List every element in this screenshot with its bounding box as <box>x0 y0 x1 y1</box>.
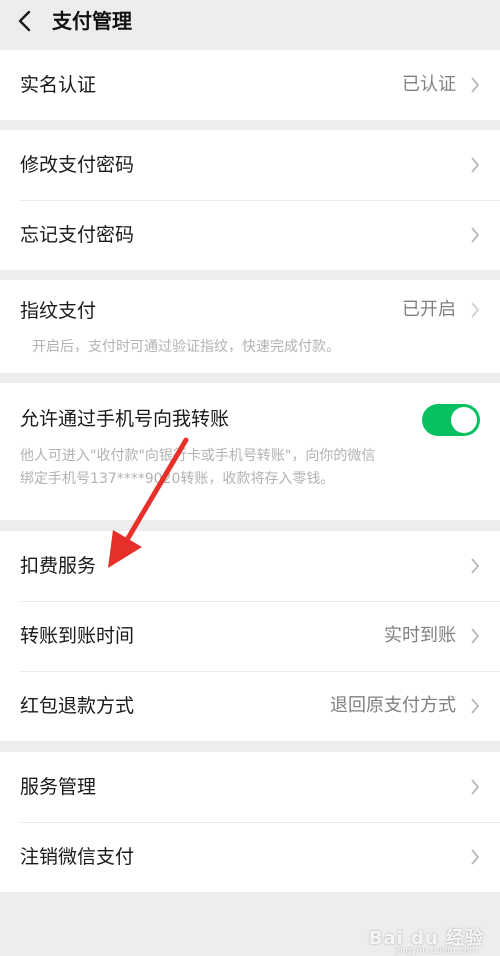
chevron-right-icon <box>471 849 480 865</box>
change-password-label: 修改支付密码 <box>20 154 135 176</box>
arrival-time-value: 实时到账 <box>384 625 456 646</box>
chevron-right-icon <box>471 227 480 243</box>
chevron-right-icon <box>471 558 480 574</box>
redpacket-refund-value: 退回原支付方式 <box>330 695 456 716</box>
fingerprint-status: 已开启 <box>402 299 456 320</box>
nav-bar: 支付管理 <box>0 0 500 46</box>
row-deduction-service[interactable]: 扣费服务 <box>0 531 500 601</box>
chevron-right-icon <box>471 302 480 318</box>
baidu-watermark-url: jingyan.baidu.com <box>394 946 478 956</box>
cancel-wechat-pay-label: 注销微信支付 <box>20 846 135 868</box>
redpacket-refund-label: 红包退款方式 <box>20 695 135 717</box>
group-manage: 服务管理 注销微信支付 <box>0 752 500 892</box>
fingerprint-label: 指纹支付 <box>20 300 97 322</box>
row-realname[interactable]: 实名认证 已认证 <box>0 50 500 120</box>
toggle-knob <box>451 407 477 433</box>
group-services: 扣费服务 转账到账时间 实时到账 红包退款方式 退回原支付方式 <box>0 531 500 741</box>
forgot-password-label: 忘记支付密码 <box>20 224 135 246</box>
phone-transfer-desc-line2: 绑定手机号137****9020转账，收款将存入零钱。 <box>20 471 335 487</box>
group-phone-transfer: 允许通过手机号向我转账 他人可进入"收付款"向银行卡或手机号转账"，向你的微信 … <box>0 383 500 520</box>
row-redpacket-refund[interactable]: 红包退款方式 退回原支付方式 <box>0 671 500 741</box>
row-fingerprint[interactable]: 指纹支付 已开启 开启后，支付时可通过验证指纹，快速完成付款。 <box>0 280 500 373</box>
row-change-password[interactable]: 修改支付密码 <box>0 130 500 200</box>
realname-label: 实名认证 <box>20 74 97 96</box>
chevron-right-icon <box>471 628 480 644</box>
phone-transfer-desc-line1: 他人可进入"收付款"向银行卡或手机号转账"，向你的微信 <box>20 448 376 464</box>
page-title: 支付管理 <box>52 9 132 33</box>
row-cancel-wechat-pay[interactable]: 注销微信支付 <box>0 822 500 892</box>
chevron-right-icon <box>471 698 480 714</box>
chevron-right-icon <box>471 77 480 93</box>
service-manage-label: 服务管理 <box>20 776 97 798</box>
group-realname: 实名认证 已认证 <box>0 50 500 120</box>
arrival-time-label: 转账到账时间 <box>20 625 135 647</box>
group-password: 修改支付密码 忘记支付密码 <box>0 130 500 270</box>
group-fingerprint: 指纹支付 已开启 开启后，支付时可通过验证指纹，快速完成付款。 <box>0 280 500 373</box>
fingerprint-description: 开启后，支付时可通过验证指纹，快速完成付款。 <box>32 339 340 355</box>
row-phone-transfer: 允许通过手机号向我转账 他人可进入"收付款"向银行卡或手机号转账"，向你的微信 … <box>0 383 500 520</box>
chevron-right-icon <box>471 157 480 173</box>
chevron-right-icon <box>471 779 480 795</box>
row-arrival-time[interactable]: 转账到账时间 实时到账 <box>0 601 500 671</box>
phone-transfer-toggle[interactable] <box>422 404 480 436</box>
phone-transfer-label: 允许通过手机号向我转账 <box>20 408 230 430</box>
row-service-manage[interactable]: 服务管理 <box>0 752 500 822</box>
row-forgot-password[interactable]: 忘记支付密码 <box>0 200 500 270</box>
realname-status: 已认证 <box>402 74 456 95</box>
back-arrow-icon[interactable] <box>16 9 34 33</box>
deduction-service-label: 扣费服务 <box>20 555 97 577</box>
